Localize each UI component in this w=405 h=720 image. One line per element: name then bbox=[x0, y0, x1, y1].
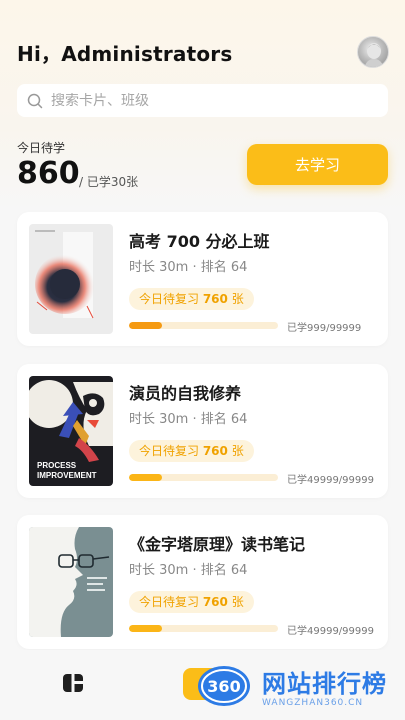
review-prefix: 今日待复习 bbox=[139, 595, 203, 609]
review-count: 760 bbox=[202, 444, 228, 458]
avatar[interactable] bbox=[357, 36, 389, 68]
today-count: 860 bbox=[17, 156, 80, 191]
course-cover-image bbox=[29, 527, 113, 637]
course-title: 高考 700 分必上班 bbox=[129, 232, 270, 251]
course-meta: 时长 30m · 排名 64 bbox=[129, 563, 248, 578]
review-badge: 今日待复习 760 张 bbox=[129, 591, 254, 613]
today-learned: / 已学30张 bbox=[79, 175, 139, 189]
progress-bar bbox=[129, 474, 278, 481]
progress-text: 已学999/99999 bbox=[287, 323, 362, 334]
watermark: 360 网站排行榜 WANGZHAN360.CN bbox=[196, 660, 401, 718]
review-suffix: 张 bbox=[227, 595, 244, 609]
search-bar[interactable] bbox=[17, 84, 388, 117]
review-count: 760 bbox=[202, 292, 228, 306]
today-label: 今日待学 bbox=[17, 141, 66, 155]
progress-bar bbox=[129, 322, 278, 329]
cards-icon[interactable] bbox=[62, 672, 84, 694]
course-card[interactable]: 《金字塔原理》读书笔记 时长 30m · 排名 64 今日待复习 760 张 已… bbox=[17, 515, 388, 649]
course-title: 演员的自我修养 bbox=[129, 384, 242, 403]
progress-text: 已学49999/99999 bbox=[287, 475, 374, 486]
watermark-logo-text: 360 bbox=[207, 677, 240, 696]
watermark-subtitle: WANGZHAN360.CN bbox=[262, 698, 364, 708]
header: Hi，Administrators bbox=[17, 36, 389, 68]
course-card[interactable]: 高考 700 分必上班 时长 30m · 排名 64 今日待复习 760 张 已… bbox=[17, 212, 388, 346]
review-suffix: 张 bbox=[227, 292, 244, 306]
watermark-logo-icon: 360 bbox=[198, 666, 250, 706]
progress-text: 已学49999/99999 bbox=[287, 626, 374, 637]
course-title: 《金字塔原理》读书笔记 bbox=[129, 535, 306, 554]
course-cover-image bbox=[29, 224, 113, 334]
review-prefix: 今日待复习 bbox=[139, 444, 203, 458]
cover-text-1: PROCESS bbox=[37, 461, 77, 470]
cover-text-2: IMPROVEMENT bbox=[37, 471, 97, 480]
study-button[interactable]: 去学习 bbox=[247, 144, 388, 185]
review-count: 760 bbox=[202, 595, 228, 609]
progress-fill bbox=[129, 625, 162, 632]
watermark-title: 网站排行榜 bbox=[262, 670, 387, 698]
progress-fill bbox=[129, 322, 162, 329]
progress-bar bbox=[129, 625, 278, 632]
course-card[interactable]: PROCESS IMPROVEMENT 演员的自我修养 时长 30m · 排名 … bbox=[17, 364, 388, 498]
progress-fill bbox=[129, 474, 162, 481]
course-cover-image: PROCESS IMPROVEMENT bbox=[29, 376, 113, 486]
search-icon bbox=[27, 93, 43, 108]
course-meta: 时长 30m · 排名 64 bbox=[129, 260, 248, 275]
greeting-title: Hi，Administrators bbox=[17, 42, 233, 66]
review-badge: 今日待复习 760 张 bbox=[129, 440, 254, 462]
review-prefix: 今日待复习 bbox=[139, 292, 203, 306]
course-meta: 时长 30m · 排名 64 bbox=[129, 412, 248, 427]
search-input[interactable] bbox=[51, 92, 351, 109]
review-suffix: 张 bbox=[227, 444, 244, 458]
review-badge: 今日待复习 760 张 bbox=[129, 288, 254, 310]
